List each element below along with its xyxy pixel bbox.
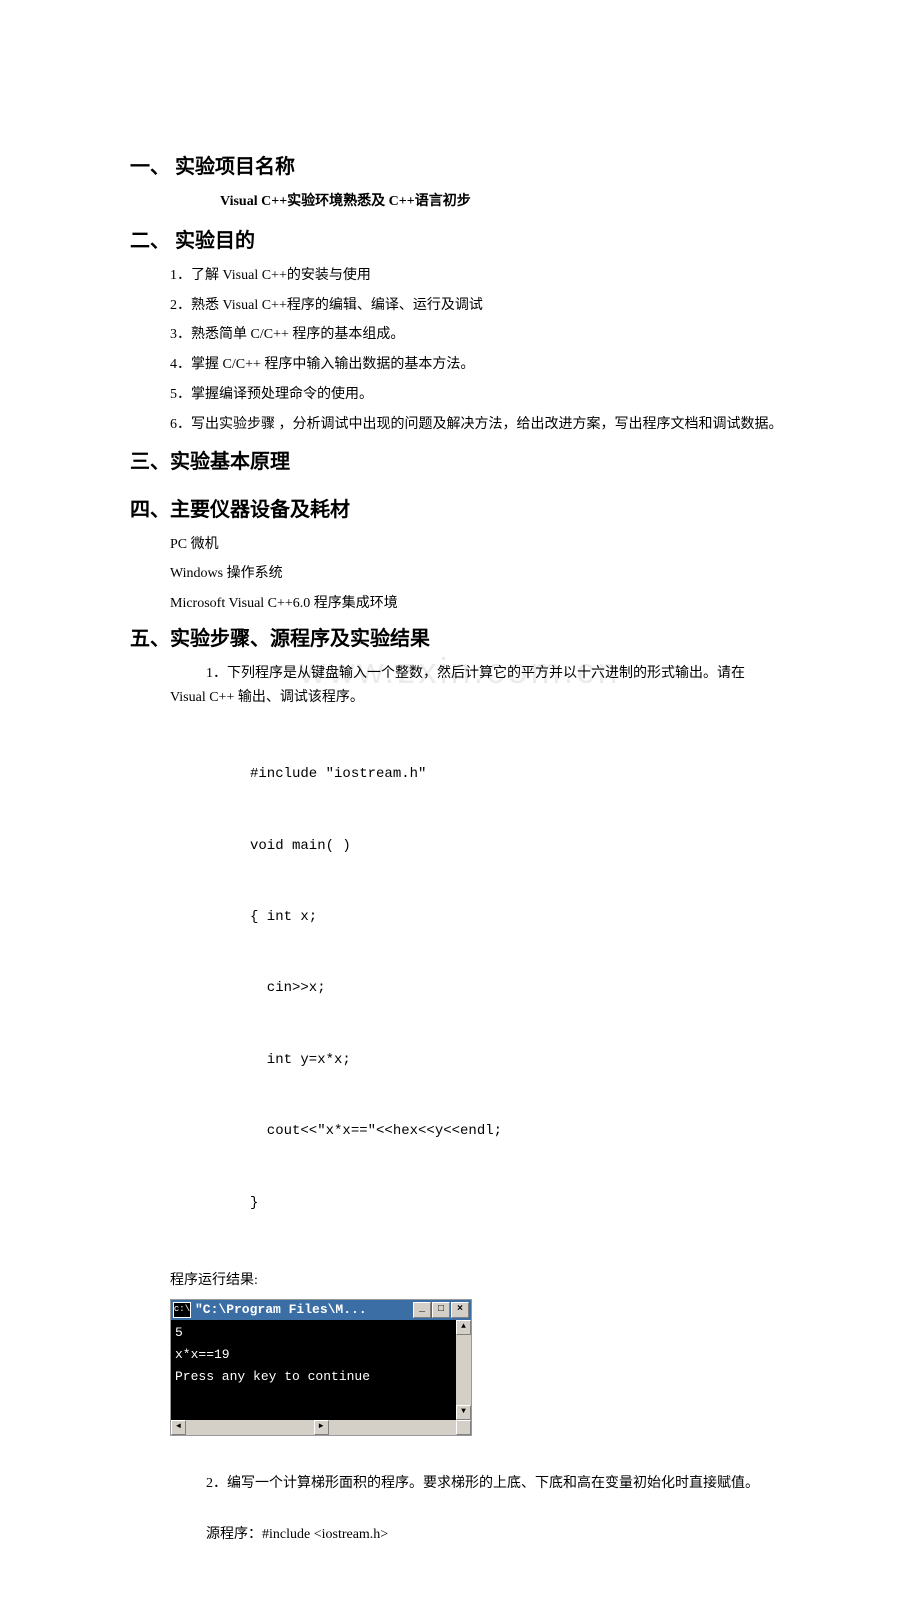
section-4-heading: 四、主要仪器设备及耗材 (130, 493, 790, 527)
console-line: x*x==19 (175, 1344, 467, 1366)
task1-desc-a: 1．下列程序是从键盘输入一个整数，然后计算它的平方并以十六进制的形式输出。请在 (130, 662, 790, 686)
task1-desc-b: Visual C++ 输出、调试该程序。 (170, 686, 790, 710)
window-buttons: _ □ × (412, 1302, 469, 1318)
code-line: void main( ) (250, 835, 790, 859)
minimize-button[interactable]: _ (413, 1302, 431, 1318)
scrollbar-vertical[interactable]: ▲ ▼ (456, 1320, 471, 1420)
list-item: Windows 操作系统 (170, 562, 790, 586)
code-line: } (250, 1192, 790, 1216)
result-label: 程序运行结果: (170, 1269, 790, 1293)
source-line: 源程序：#include <iostream.h> (206, 1523, 790, 1547)
resize-grip-icon[interactable] (456, 1420, 471, 1435)
list-item: 5．掌握编译预处理命令的使用。 (170, 383, 790, 407)
scroll-up-icon[interactable]: ▲ (456, 1320, 471, 1335)
section-2-heading: 二、 实验目的 (130, 224, 790, 258)
source-label: 源程序： (206, 1527, 262, 1542)
maximize-button[interactable]: □ (432, 1302, 450, 1318)
scrollbar-horizontal[interactable]: ◄ ► (171, 1420, 471, 1435)
section-1-heading: 一、 实验项目名称 (130, 150, 790, 184)
console-body: 5 x*x==19 Press any key to continue ▲ ▼ (171, 1320, 471, 1420)
console-line: Press any key to continue (175, 1366, 467, 1388)
code-block-1: #include "iostream.h" void main( ) { int… (250, 716, 790, 1263)
scroll-left-icon[interactable]: ◄ (171, 1420, 186, 1435)
list-item: 6．写出实验步骤 ，分析调试中出现的问题及解决方法，给出改进方案，写出程序文档和… (130, 413, 790, 437)
source-code: #include <iostream.h> (262, 1527, 388, 1542)
list-item: PC 微机 (170, 533, 790, 557)
close-button[interactable]: × (451, 1302, 469, 1318)
code-line: int y=x*x; (250, 1049, 790, 1073)
list-item: 4．掌握 C/C++ 程序中输入输出数据的基本方法。 (170, 353, 790, 377)
list-item: 1．了解 Visual C++的安装与使用 (170, 264, 790, 288)
section-1-subtitle: Visual C++实验环境熟悉及 C++语言初步 (220, 190, 790, 214)
code-line: cin>>x; (250, 977, 790, 1001)
code-line: cout<<"x*x=="<<hex<<y<<endl; (250, 1120, 790, 1144)
list-item: 3．熟悉简单 C/C++ 程序的基本组成。 (170, 323, 790, 347)
console-titlebar: c:\ "C:\Program Files\M... _ □ × (171, 1300, 471, 1320)
scroll-right-icon[interactable]: ► (314, 1420, 329, 1435)
task2-desc: 2．编写一个计算梯形面积的程序。要求梯形的上底、下底和高在变量初始化时直接赋值。 (130, 1472, 790, 1496)
list-item: Microsoft Visual C++6.0 程序集成环境 (170, 592, 790, 616)
console-line: 5 (175, 1322, 467, 1344)
section-5-heading: 五、实验步骤、源程序及实验结果 (130, 622, 790, 656)
list-item: 2．熟悉 Visual C++程序的编辑、编译、运行及调试 (170, 294, 790, 318)
code-line: #include "iostream.h" (250, 763, 790, 787)
console-window: c:\ "C:\Program Files\M... _ □ × 5 x*x==… (170, 1299, 472, 1436)
scroll-down-icon[interactable]: ▼ (456, 1405, 471, 1420)
cmd-icon: c:\ (173, 1302, 191, 1318)
section-3-heading: 三、实验基本原理 (130, 445, 790, 479)
code-line: { int x; (250, 906, 790, 930)
document-page: www.zxin.com.cn 一、 实验项目名称 Visual C++实验环境… (0, 0, 920, 1607)
